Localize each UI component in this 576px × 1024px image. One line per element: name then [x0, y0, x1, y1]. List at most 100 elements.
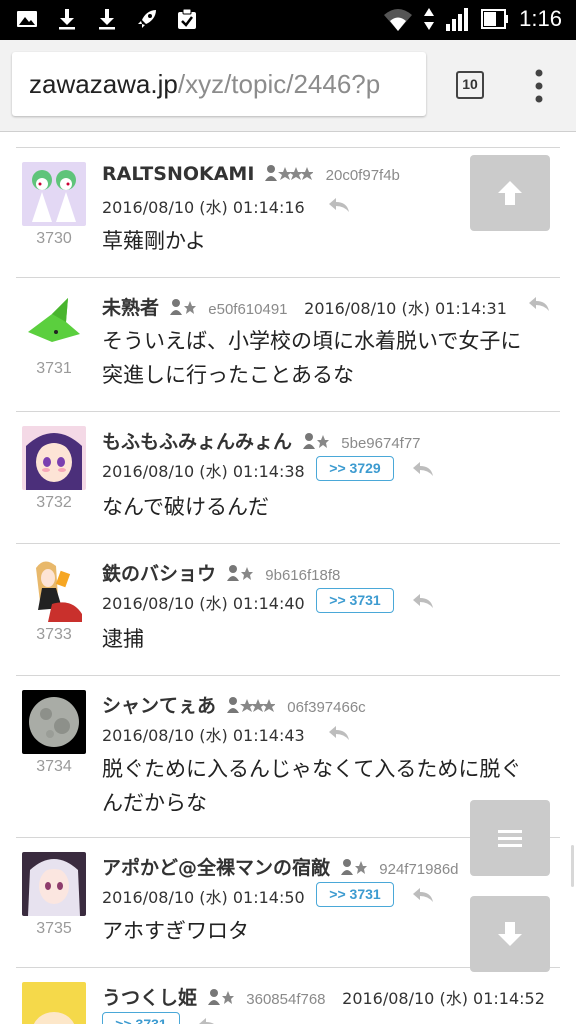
reply-icon[interactable] — [328, 725, 350, 741]
signal-icon — [446, 8, 469, 31]
url-bar[interactable]: zawazawa.jp/xyz/topic/2446?p — [12, 52, 426, 116]
avatar[interactable] — [22, 982, 86, 1024]
reply-icon[interactable] — [412, 461, 434, 477]
reply-icon[interactable] — [412, 593, 434, 609]
reply-to-link[interactable]: >> 3729 — [316, 456, 394, 481]
avatar[interactable] — [22, 292, 86, 356]
system-icons: 1:16 — [383, 6, 562, 32]
user-id: 20c0f97f4b — [325, 167, 400, 184]
tab-switcher-button[interactable]: 10 — [456, 71, 484, 99]
timestamp: 2016/08/10 (水) 01:14:16 — [102, 198, 305, 217]
user-rank-icon — [226, 565, 253, 581]
post-number: 3730 — [36, 230, 72, 247]
avatar-image — [22, 558, 86, 622]
user-name[interactable]: アポかど@全裸マンの宿敵 924f71986d — [102, 853, 459, 880]
comment-post: うつくし姫 360854f768 2016/08/10 (水) 01:14:52… — [16, 967, 560, 1024]
user-name-text: シャンてぇあ — [102, 695, 217, 717]
menu-button[interactable] — [470, 800, 550, 876]
comment-feed: 3730 RALTSNOKAMI 20c0f97f4b 2016/08/10 (… — [0, 133, 576, 1024]
avatar-image — [22, 162, 86, 226]
comment-body: そういえば、小学校の頃に水着脱いで女子に 突進しに行ったことあるな — [102, 324, 562, 392]
avatar[interactable] — [22, 426, 86, 490]
clipboard-check-icon — [178, 8, 196, 29]
user-id: 5be9674f77 — [341, 435, 421, 452]
user-name-text: うつくし姫 — [102, 987, 198, 1009]
clock: 1:16 — [519, 6, 562, 31]
user-rank-icon — [340, 859, 367, 875]
comment-line: なんで破けるんだ — [102, 495, 269, 519]
user-name-text: 未熟者 — [102, 297, 160, 319]
comment-body: なんで破けるんだ — [102, 490, 562, 524]
wifi-icon — [384, 9, 413, 31]
post-number: 3733 — [36, 626, 72, 643]
battery-icon — [481, 9, 509, 29]
comment-line: 逮捕 — [102, 627, 144, 651]
avatar[interactable] — [22, 852, 86, 916]
overflow-menu-icon[interactable] — [530, 68, 548, 104]
user-rank-icon — [226, 697, 275, 713]
avatar[interactable] — [22, 690, 86, 754]
scroll-top-button[interactable] — [470, 155, 550, 231]
post-number: 3731 — [36, 360, 72, 377]
post-number: 3734 — [36, 758, 72, 775]
timestamp: 2016/08/10 (水) 01:14:52 — [342, 989, 545, 1008]
notification-icons — [16, 8, 198, 30]
gallery-icon — [17, 11, 37, 27]
user-rank-icon — [265, 165, 314, 181]
avatar[interactable] — [22, 558, 86, 622]
reply-icon[interactable] — [328, 197, 350, 213]
download-icon — [59, 9, 75, 30]
user-name-text: 鉄のバショウ — [102, 563, 217, 585]
comment-body: 逮捕 — [102, 622, 562, 656]
timestamp: 2016/08/10 (水) 01:14:43 — [102, 726, 305, 745]
reply-to-link[interactable]: >> 3731 — [316, 588, 394, 613]
browser-toolbar: zawazawa.jp/xyz/topic/2446?p 10 — [0, 40, 576, 132]
comment-post: 3731 未熟者 e50f610491 2016/08/10 (水) 01:14… — [16, 277, 560, 411]
reply-icon[interactable] — [528, 296, 550, 312]
download-icon — [99, 9, 115, 30]
scroll-indicator[interactable] — [571, 845, 574, 887]
status-bar: 1:16 — [0, 0, 576, 40]
avatar-image — [22, 852, 86, 916]
user-name[interactable]: シャンてぇあ 06f397466c — [102, 691, 366, 718]
user-name-text: アポかど@全裸マンの宿敵 — [102, 857, 331, 879]
user-rank-icon — [169, 299, 196, 315]
user-id: e50f610491 — [208, 301, 288, 318]
user-rank-icon — [207, 989, 234, 1005]
comment-line: 突進しに行ったことあるな — [102, 363, 354, 387]
user-id: 360854f768 — [246, 991, 326, 1008]
user-name[interactable]: うつくし姫 360854f768 2016/08/10 (水) 01:14:52 — [102, 983, 545, 1010]
reply-icon[interactable] — [412, 887, 434, 903]
url-host: zawazawa.jp — [29, 69, 178, 99]
rocket-icon — [138, 10, 156, 28]
user-name[interactable]: 鉄のバショウ 9b616f18f8 — [102, 559, 340, 586]
post-number: 3735 — [36, 920, 72, 937]
data-arrows-icon — [424, 8, 435, 30]
user-name-text: RALTSNOKAMI — [102, 163, 255, 185]
user-name[interactable]: RALTSNOKAMI 20c0f97f4b — [102, 163, 400, 185]
reply-to-link[interactable]: >> 3731 — [316, 882, 394, 907]
user-id: 924f71986d — [379, 861, 459, 878]
user-name[interactable]: 未熟者 e50f610491 2016/08/10 (水) 01:14:31 — [102, 293, 507, 320]
comment-line: そういえば、小学校の頃に水着脱いで女子に — [102, 329, 522, 353]
comment-post: 3732 もふもふみょんみょん 5be9674f77 2016/08/10 (水… — [16, 411, 560, 543]
user-id: 06f397466c — [287, 699, 366, 716]
timestamp: 2016/08/10 (水) 01:14:40 — [102, 594, 305, 613]
user-name-text: もふもふみょんみょん — [102, 431, 293, 453]
reply-to-link[interactable]: >> 3731 — [102, 1012, 180, 1024]
url-path: /xyz/topic/2446?p — [177, 69, 381, 99]
comment-line: 脱ぐために入るんじゃなくて入るために脱ぐ — [102, 757, 522, 781]
avatar-image — [22, 690, 86, 754]
comment-post: 3733 鉄のバショウ 9b616f18f8 2016/08/10 (水) 01… — [16, 543, 560, 675]
user-name[interactable]: もふもふみょんみょん 5be9674f77 — [102, 427, 421, 454]
scroll-bottom-button[interactable] — [470, 896, 550, 972]
avatar-image — [22, 426, 86, 490]
avatar-image — [22, 292, 86, 356]
reply-icon[interactable] — [198, 1017, 220, 1024]
hamburger-icon — [498, 830, 522, 847]
arrow-down-icon — [498, 922, 522, 946]
timestamp: 2016/08/10 (水) 01:14:50 — [102, 888, 305, 907]
timestamp: 2016/08/10 (水) 01:14:38 — [102, 462, 305, 481]
avatar[interactable] — [22, 162, 86, 226]
post-number: 3732 — [36, 494, 72, 511]
